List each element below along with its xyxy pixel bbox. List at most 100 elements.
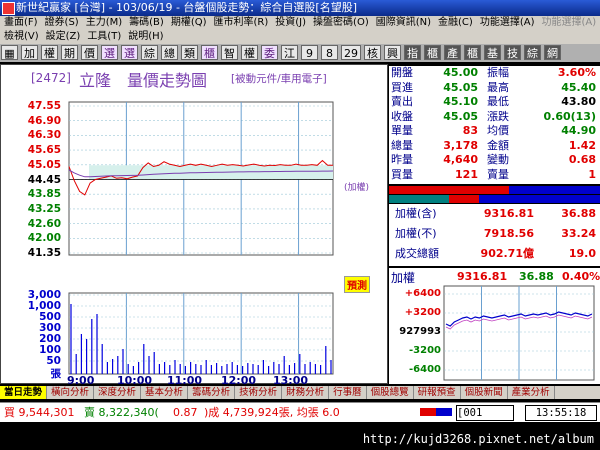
toolbar-button[interactable]: 總 (161, 45, 178, 60)
app-icon (2, 2, 15, 15)
quote-value: 83 (462, 124, 478, 137)
quote-key: 賣量 (487, 167, 509, 181)
price-tick-label: 43.25 (27, 202, 61, 215)
quote-value: 121 (455, 167, 478, 181)
summary-extra: 36.88 (561, 207, 596, 220)
toolbar-button[interactable]: 櫃 (464, 45, 481, 60)
analysis-tab[interactable]: 深度分析 (94, 386, 142, 399)
summary-value: 902.71億 (480, 247, 534, 260)
quote-value: 44.90 (561, 124, 596, 137)
code-input[interactable]: [001 (456, 405, 514, 421)
price-tick-label: 46.30 (27, 129, 61, 142)
toolbar-button[interactable]: 技 (504, 45, 521, 60)
price-tick-label: 44.45 (27, 173, 61, 186)
quote-key: 買進 (391, 80, 413, 94)
menu-item[interactable]: 說明(H) (124, 30, 166, 44)
menu-item[interactable]: 金融(C) (434, 16, 476, 30)
buy-sell-ratio-bar-bottom (389, 195, 600, 203)
summary-value: 9316.81 (483, 207, 534, 220)
summary-extra: 33.24 (561, 227, 596, 240)
toolbar-button[interactable]: 價 (81, 45, 98, 60)
summary-row: 成交總額 902.71億 19.0 (389, 244, 600, 264)
toolbar-button[interactable]: 選 (121, 45, 138, 60)
toolbar-button[interactable]: 核 (364, 45, 381, 60)
menu-item[interactable]: 投資(J) (271, 16, 309, 30)
toolbar-button[interactable]: ▦ (1, 45, 18, 60)
index-mini-panel: 加權 9316.81 36.88 0.40% +6400 +3200 927993-… (389, 268, 600, 384)
mini-index: 9316.81 (457, 270, 508, 283)
menu-item[interactable]: 籌碼(B) (125, 16, 167, 30)
quote-value: 45.40 (561, 80, 596, 94)
menu-item[interactable]: 操盤密碼(O) (309, 16, 372, 30)
toolbar-button[interactable]: 29 (341, 45, 361, 60)
toolbar-button[interactable]: 智 (221, 45, 238, 60)
analysis-tab[interactable]: 個股總覽 (367, 386, 414, 399)
menu-item[interactable]: 工具(T) (83, 30, 124, 44)
quote-key: 開盤 (391, 66, 413, 79)
toolbar-button[interactable]: 櫃 (201, 45, 218, 60)
mini-tick-label: -6400 (409, 364, 441, 375)
chart-panel: [2472] 立隆 量價走勢圖 [被動元件/車用電子] (加權) 預測 47.5… (0, 64, 388, 387)
toolbar-button[interactable]: 指 (404, 45, 421, 60)
summary-extra: 19.0 (568, 247, 596, 260)
menu-item[interactable]: 主力(M) (82, 16, 125, 30)
quote-key: 昨量 (391, 153, 413, 166)
toolbar-button[interactable]: 櫃 (424, 45, 441, 60)
menu-item[interactable]: 檢視(V) (0, 30, 42, 44)
status-bar: 買 9,544,301 賣 8,322,340( 0.87 )成 4,739,9… (0, 402, 600, 422)
analysis-tab[interactable]: 產業分析 (508, 386, 555, 399)
quote-key: 單量 (391, 124, 413, 137)
summary-label: 加權(含) (395, 207, 437, 220)
predict-button[interactable]: 預測 (344, 276, 370, 293)
menu-item[interactable]: 設定(Z) (42, 30, 84, 44)
analysis-tab[interactable]: 財務分析 (282, 386, 330, 399)
analysis-tab[interactable]: 基本分析 (141, 386, 189, 399)
analysis-tab[interactable]: 研報預查 (414, 386, 461, 399)
analysis-tab[interactable]: 籌碼分析 (188, 386, 236, 399)
summary-label: 加權(不) (395, 227, 437, 240)
quote-value: 3,178 (443, 138, 478, 152)
toolbar-button[interactable]: 基 (484, 45, 501, 60)
toolbar-button[interactable]: 8 (321, 45, 338, 60)
analysis-tab[interactable]: 個股新聞 (461, 386, 508, 399)
quote-key: 振幅 (487, 66, 509, 79)
toolbar-button[interactable]: 興 (384, 45, 401, 60)
quote-value: 45.05 (443, 80, 478, 94)
quote-row: 開盤 45.00 振幅 3.60% (389, 66, 600, 81)
toolbar-button[interactable]: 網 (544, 45, 561, 60)
analysis-tab[interactable]: 當日走勢 (0, 386, 48, 399)
toolbar-button[interactable]: 期 (61, 45, 78, 60)
toolbar-button[interactable]: 加 (21, 45, 38, 60)
toolbar-button[interactable]: 權 (241, 45, 258, 60)
menu-bar-primary: 畫面(F) 證券(S) 主力(M) 籌碼(B) 期權(Q) 匯市利率(R) 投資(J) 操盤密… (0, 16, 600, 30)
toolbar-button[interactable]: 9 (301, 45, 318, 60)
quote-value: 0.60(13) (543, 109, 596, 123)
menu-item[interactable]: 功能選擇(A) (476, 16, 538, 30)
menu-item[interactable]: 畫面(F) (0, 16, 41, 30)
toolbar-button[interactable]: 產 (444, 45, 461, 60)
price-tick-label: 47.55 (27, 100, 61, 112)
toolbar-button[interactable]: 綜 (524, 45, 541, 60)
analysis-tab[interactable]: 技術分析 (235, 386, 283, 399)
menu-item[interactable]: 功能選擇(A) (537, 16, 599, 30)
menu-item[interactable]: 證券(S) (41, 16, 82, 30)
toolbar-button[interactable]: 選 (101, 45, 118, 60)
code-input-value: 001 (463, 407, 483, 419)
summary-label: 成交總額 (395, 247, 439, 260)
menu-item[interactable]: 匯市利率(R) (210, 16, 272, 30)
analysis-tab[interactable]: 橫向分析 (47, 386, 95, 399)
toolbar-button[interactable]: 類 (181, 45, 198, 60)
status-change: 0.87 (173, 406, 198, 419)
toolbar-button[interactable]: 江 (281, 45, 298, 60)
price-tick-label: 42.60 (27, 217, 61, 230)
toolbar-button[interactable]: 委 (261, 45, 278, 60)
toolbar-button[interactable]: 綜 (141, 45, 158, 60)
menu-item[interactable]: 國際資訊(N) (372, 16, 434, 30)
status-indicator-red (420, 408, 436, 416)
toolbar-button[interactable]: 權 (41, 45, 58, 60)
quote-row: 單量 83 均價 44.90 (389, 124, 600, 139)
quote-row: 總量 3,178 金額 1.42 (389, 139, 600, 154)
analysis-tab[interactable]: 行事曆 (329, 386, 367, 399)
menu-item[interactable]: 期權(Q) (167, 16, 210, 30)
status-volume: )成 4,739,924張, 均張 6.0 (204, 406, 340, 419)
